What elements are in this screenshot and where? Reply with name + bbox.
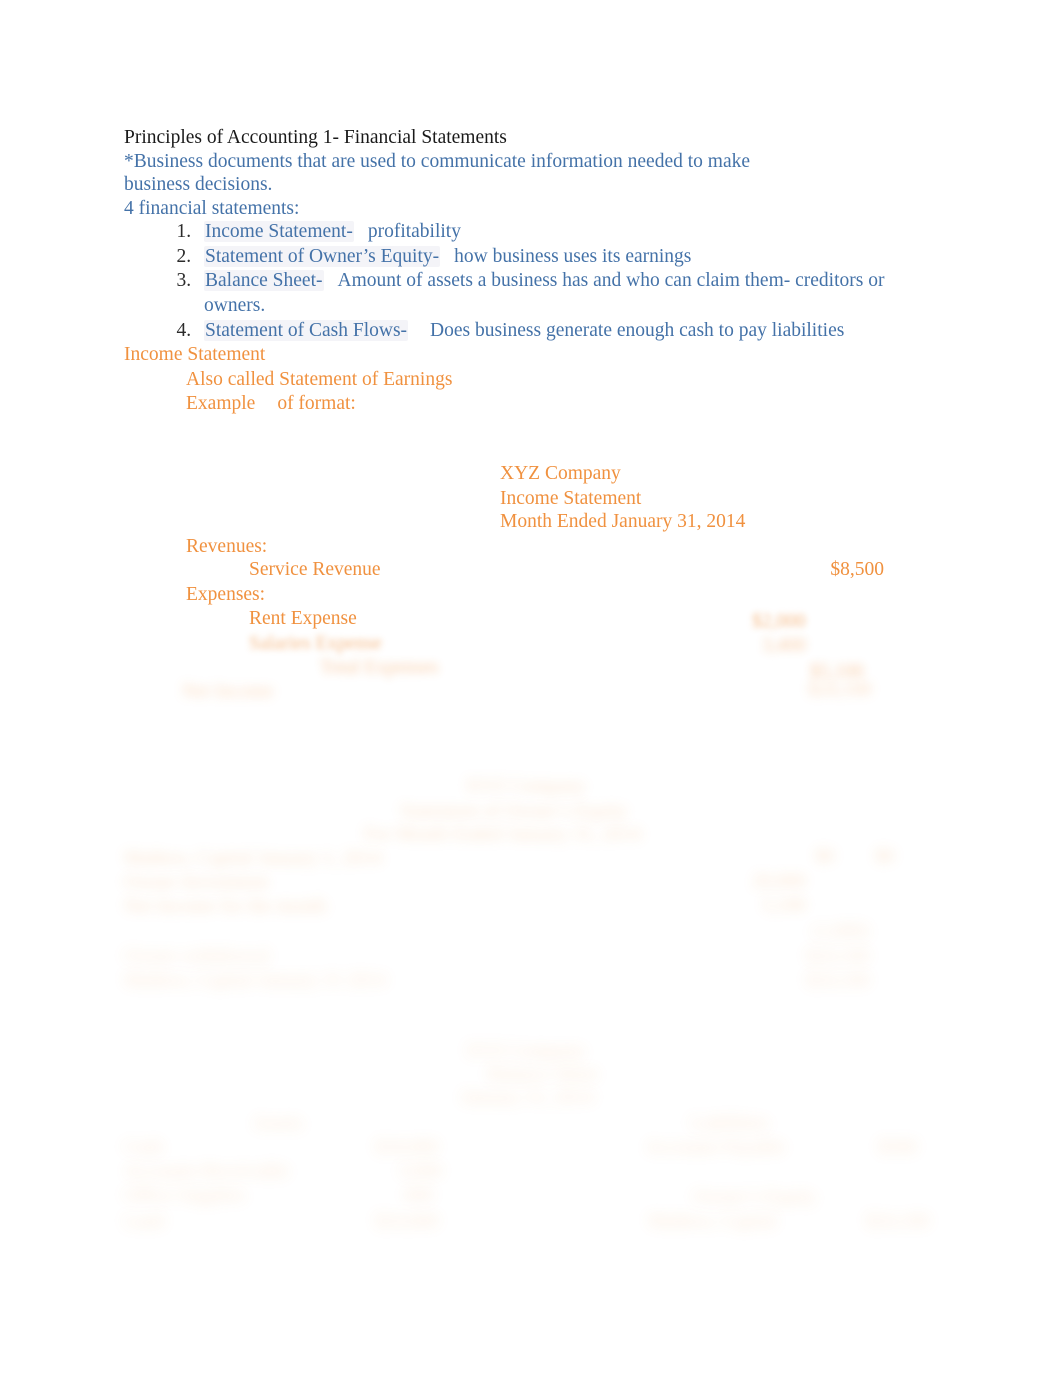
page-title: Principles of Accounting 1- Financial St… — [124, 127, 507, 148]
revenue-amount: $8,500 — [830, 559, 884, 580]
faded-bs-asset-amount-1: $18,000 — [375, 1137, 439, 1158]
intro-line-2: business decisions. — [124, 174, 273, 196]
list-heading: 4 financial statements: — [124, 197, 300, 219]
faded-oe-statement-name: Statement of Owner’s Equity — [400, 801, 628, 822]
intro-line-1: *Business documents that are used to com… — [124, 150, 750, 172]
faded-oe-amount-1: $0 — [815, 846, 835, 867]
faded-oe-company: XYZ Company — [465, 776, 586, 797]
statement-term: Income Statement- — [204, 221, 354, 243]
statement-term: Statement of Owner’s Equity- — [204, 245, 441, 267]
faded-oe-row-4: Owner withdrawal — [124, 946, 270, 967]
faded-bs-asset-amount-2: 3,000 — [398, 1161, 442, 1182]
faded-oe-amount-2: 20,000 — [752, 871, 806, 892]
faded-total-expenses-label: Total Expenses — [320, 657, 439, 678]
faded-oe-row-5: Mathew, Capital January 31 2014 — [124, 970, 387, 991]
statement-definition: how business uses its earnings — [454, 245, 692, 267]
faded-expense-amount-1: $2,000 — [752, 611, 806, 632]
faded-bs-oe-row: Mathew, Capital — [648, 1211, 777, 1232]
expenses-label: Expenses: — [186, 584, 266, 605]
faded-bs-liability-amount-1: $500 — [878, 1137, 917, 1158]
faded-bs-oe-label: Owner’s Equity — [693, 1187, 817, 1208]
faded-bs-company: XYZ Company — [465, 1041, 586, 1062]
faded-bs-asset-4: Land — [124, 1211, 165, 1232]
revenue-item-service-revenue: Service Revenue — [249, 559, 381, 580]
faded-bs-asset-1: Cash — [124, 1137, 163, 1158]
statement-term: Statement of Cash Flows- — [204, 319, 409, 341]
faded-bs-asset-2: Accounts Receivable — [124, 1161, 290, 1182]
faded-bs-oe-amount: $24,100 — [866, 1211, 930, 1232]
faded-oe-row-1: Mathew, Capital January 1, 2014 — [124, 848, 382, 869]
faded-bs-liabilities-label: Liabilities — [690, 1113, 770, 1134]
list-item: Statement of Owner’s Equity-how business… — [196, 245, 944, 270]
faded-bs-statement-name: Balance Sheet — [487, 1064, 598, 1085]
section-heading-income-statement: Income Statement — [124, 344, 266, 366]
faded-bs-asset-amount-3: 600 — [404, 1185, 434, 1206]
expense-item-rent-expense: Rent Expense — [249, 608, 357, 629]
list-item: Income Statement-profitability — [196, 220, 944, 245]
example-word: Example — [186, 393, 256, 415]
statement-definition: Does business generate enough cash to pa… — [430, 319, 767, 341]
document-body: Principles of Accounting 1- Financial St… — [124, 126, 944, 416]
section-alt-name: Also called Statement of Earnings — [186, 368, 453, 390]
example-suffix: of format: — [277, 393, 356, 415]
list-item: Balance Sheet- Amount of assets a busines… — [196, 269, 944, 318]
faded-bs-period: January 31, 2014 — [460, 1087, 594, 1108]
faded-oe-amount-5: $24,100 — [806, 970, 870, 991]
faded-oe-amount-3: 5,100 — [762, 895, 806, 916]
statement-definition-continued: liabilities — [771, 319, 845, 341]
faded-bs-asset-amount-4: $24,600 — [375, 1211, 439, 1232]
faded-oe-amount-5a: $24,100 — [806, 946, 870, 967]
document-page: Principles of Accounting 1- Financial St… — [0, 0, 1062, 1377]
example-statement-period: Month Ended January 31, 2014 — [500, 511, 746, 532]
example-format-label: Example of format: — [124, 392, 944, 416]
faded-bs-liability-1: Accounts Payable — [645, 1137, 786, 1158]
faded-expense-item-2: Salaries Expense — [249, 633, 382, 654]
statement-term: Balance Sheet- — [204, 270, 324, 292]
faded-oe-row-2: Owner Investment — [124, 872, 269, 893]
revenues-label: Revenues: — [186, 536, 268, 557]
statement-definition: profitability — [367, 221, 461, 243]
faded-bs-asset-3: Office Supplies — [124, 1185, 246, 1206]
example-company-name: XYZ Company — [500, 463, 621, 484]
faded-oe-amount-4: (1,000) — [812, 921, 869, 942]
faded-bs-assets-label: Assets — [252, 1113, 303, 1134]
faded-expense-amount-2: 3,400 — [762, 635, 806, 656]
faded-oe-amount-1b: $0 — [875, 846, 895, 867]
intro-paragraph: *Business documents that are used to com… — [124, 150, 944, 221]
list-item: Statement of Cash Flows- Does business ge… — [196, 319, 944, 344]
statement-definition: Amount of assets a business has and who … — [337, 270, 791, 292]
faded-net-income-label: Net Income — [182, 681, 274, 702]
faded-oe-row-3: Net Income for the month — [124, 896, 327, 917]
financial-statements-list: Income Statement-profitability Statement… — [124, 220, 944, 343]
faded-total-expenses-amount: $5,100 — [810, 661, 864, 682]
faded-net-income-amount: $24,100 — [808, 679, 872, 700]
example-statement-name: Income Statement — [500, 488, 642, 509]
faded-oe-period: For Month Ended January 31, 2014 — [364, 824, 642, 845]
